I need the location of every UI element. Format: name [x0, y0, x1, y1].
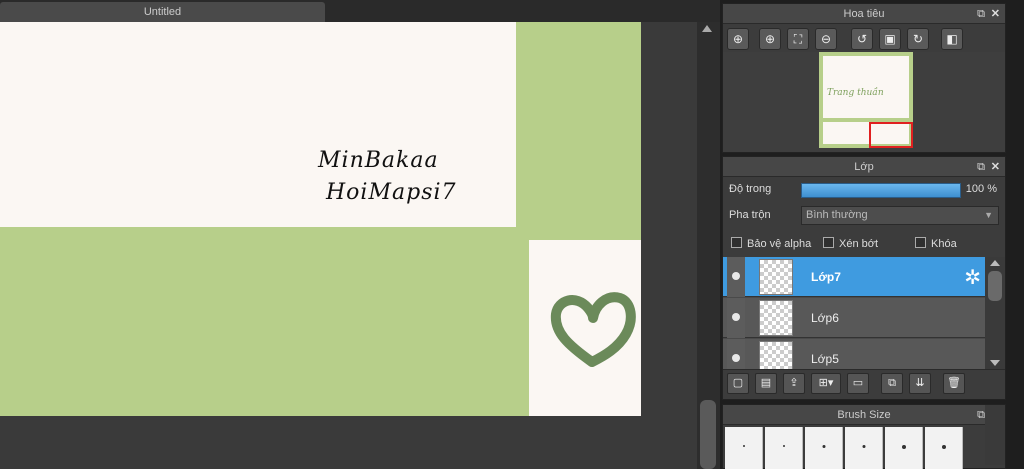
visibility-icon[interactable] [727, 298, 745, 338]
brush-size-title: Brush Size [837, 409, 891, 421]
new-layer-icon[interactable]: ▢ [727, 373, 749, 394]
lock-checkbox[interactable]: Khóa [915, 237, 957, 250]
visibility-icon[interactable] [727, 339, 745, 369]
close-icon[interactable]: ✕ [991, 4, 1000, 24]
gear-icon[interactable]: ✲ [964, 265, 981, 290]
trash-icon[interactable]: 🗑 [943, 373, 965, 394]
brush-size-preset[interactable] [845, 427, 883, 469]
blend-mode-value: Bình thường [806, 209, 868, 221]
scroll-thumb[interactable] [988, 271, 1002, 301]
artwork-text-line2: HoiMapsi7 [326, 180, 457, 205]
popout-icon[interactable]: ⧉ [977, 4, 985, 24]
layer-name: Lớp6 [811, 311, 839, 325]
duplicate-layer-icon[interactable]: ⧉ [881, 373, 903, 394]
lock-label: Khóa [931, 238, 957, 250]
brush-size-preset[interactable] [925, 427, 963, 469]
layer-list-scrollbar[interactable] [985, 257, 1005, 369]
right-panel-column: Hoa tiêu ⧉ ✕ ⊕ ⊕ ⛶ ⊖ ↺ ▣ ↻ ◧ Trang thuần [720, 0, 1024, 469]
layer-thumbnail [759, 341, 793, 369]
layer-options: Bảo vệ alpha Xén bớt Khóa [723, 229, 1005, 257]
add-layer-dropdown-icon[interactable]: ⊞▾ [811, 373, 841, 394]
artwork-text-line1: MinBakaa [318, 148, 439, 173]
zoom-fit-icon[interactable]: ⊕ [727, 28, 749, 50]
scroll-thumb[interactable] [700, 400, 716, 469]
opacity-label: Độ trong [729, 183, 772, 195]
canvas-vertical-scrollbar[interactable] [697, 22, 720, 469]
preview-text: Trang thuần [827, 88, 884, 98]
zoom-out-icon[interactable]: ⊖ [815, 28, 837, 50]
navigator-panel: Hoa tiêu ⧉ ✕ ⊕ ⊕ ⛶ ⊖ ↺ ▣ ↻ ◧ Trang thuần [722, 3, 1006, 153]
blend-label: Pha trộn [729, 209, 771, 221]
layer-row[interactable]: Lớp7 ✲ [723, 257, 985, 297]
popout-icon[interactable]: ⧉ [977, 405, 985, 425]
navigator-title: Hoa tiêu [843, 8, 885, 20]
blend-mode-select[interactable]: Bình thường ▼ [801, 206, 999, 225]
merge-layer-icon[interactable]: ⇊ [909, 373, 931, 394]
opacity-value: 100 % [965, 183, 997, 195]
brush-size-preset[interactable] [805, 427, 843, 469]
new-raster-layer-icon[interactable]: ▤ [755, 373, 777, 394]
layer-toolbar: ▢ ▤ ⇪ ⊞▾ ▭ ⧉ ⇊ 🗑 [723, 369, 1005, 397]
import-layer-icon[interactable]: ⇪ [783, 373, 805, 394]
opacity-slider[interactable] [801, 183, 961, 198]
layers-panel: Lớp ⧉ ✕ Độ trong 100 % Pha trộn Bình thư… [722, 156, 1006, 400]
navigator-preview[interactable]: Trang thuần [723, 52, 1005, 152]
scroll-up-icon[interactable] [990, 260, 1000, 266]
brush-size-preset[interactable] [885, 427, 923, 469]
app-root: Untitled MinBakaa HoiMapsi7 Hoa tiêu ⧉ ✕… [0, 0, 1024, 469]
viewport-indicator[interactable] [869, 122, 913, 148]
close-icon[interactable]: ✕ [991, 157, 1000, 177]
canvas-area[interactable]: MinBakaa HoiMapsi7 [0, 22, 697, 469]
document-tabbar: Untitled [0, 0, 720, 22]
layers-title: Lớp [854, 161, 874, 173]
chevron-down-icon: ▼ [984, 210, 993, 220]
clipping-checkbox[interactable]: Xén bớt [823, 237, 878, 250]
brush-size-preset[interactable] [725, 427, 763, 469]
zoom-in-icon[interactable]: ⊕ [759, 28, 781, 50]
protect-alpha-label: Bảo vệ alpha [747, 238, 812, 250]
brush-size-scrollbar[interactable] [985, 405, 1005, 465]
fit-window-icon[interactable]: ⛶ [787, 28, 809, 50]
scroll-down-icon[interactable] [990, 360, 1000, 366]
opacity-row: Độ trong 100 % [723, 177, 1005, 203]
fullscreen-icon[interactable]: ▣ [879, 28, 901, 50]
layer-list: Lớp7 ✲ Lớp6 Lớp5 [723, 257, 1005, 369]
brush-size-panel: Brush Size ⧉ ✕ [722, 404, 1006, 469]
brush-size-header: Brush Size ⧉ ✕ [723, 405, 1005, 425]
document-tab[interactable]: Untitled [0, 2, 325, 22]
popout-icon[interactable]: ⧉ [977, 157, 985, 177]
rotate-left-icon[interactable]: ↺ [851, 28, 873, 50]
flip-icon[interactable]: ◧ [941, 28, 963, 50]
blend-row: Pha trộn Bình thường ▼ [723, 203, 1005, 229]
scroll-up-icon[interactable] [702, 25, 712, 32]
layer-name: Lớp5 [811, 352, 839, 366]
layer-thumbnail [759, 259, 793, 295]
clipping-label: Xén bớt [839, 238, 879, 250]
layer-row[interactable]: Lớp5 [723, 339, 985, 369]
heart-icon [550, 292, 636, 367]
navigator-toolbar: ⊕ ⊕ ⛶ ⊖ ↺ ▣ ↻ ◧ [723, 24, 1005, 52]
navigator-header: Hoa tiêu ⧉ ✕ [723, 4, 1005, 24]
layer-name: Lớp7 [811, 270, 841, 284]
protect-alpha-checkbox[interactable]: Bảo vệ alpha [731, 237, 811, 250]
folder-icon[interactable]: ▭ [847, 373, 869, 394]
rotate-right-icon[interactable]: ↻ [907, 28, 929, 50]
visibility-icon[interactable] [727, 257, 745, 297]
preview-card-top [823, 56, 909, 118]
brush-size-preset[interactable] [765, 427, 803, 469]
layer-thumbnail [759, 300, 793, 336]
layer-row[interactable]: Lớp6 [723, 298, 985, 338]
layers-header: Lớp ⧉ ✕ [723, 157, 1005, 177]
